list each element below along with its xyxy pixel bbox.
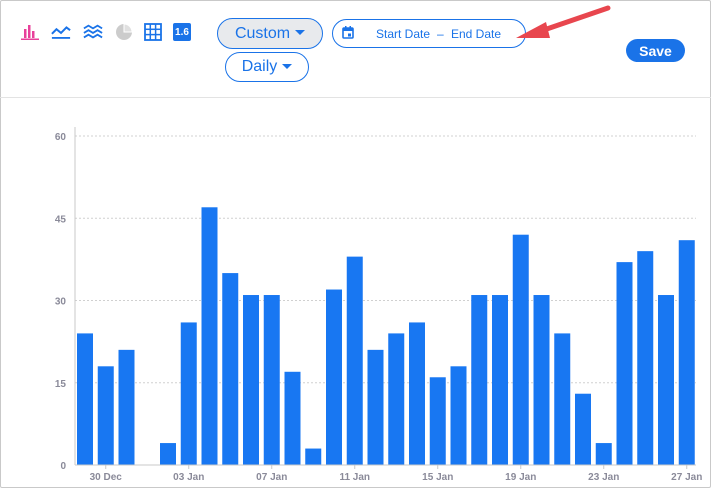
- chart-bar: [678, 240, 695, 465]
- x-tick-label: 15 Jan: [422, 472, 453, 483]
- chart-bar: [450, 366, 467, 465]
- chart-bar: [263, 295, 280, 465]
- chart-bar: [533, 295, 550, 465]
- stacked-area-icon[interactable]: [83, 22, 103, 42]
- chart-bar: [388, 333, 405, 465]
- bar-chart-icon[interactable]: [20, 22, 40, 42]
- chart-bar: [429, 377, 446, 465]
- chart-toolbar: 1.6 Custom Daily Start Date – End Date S…: [0, 0, 711, 98]
- interval-select-dropdown[interactable]: Daily: [225, 52, 309, 82]
- y-tick-label: 15: [55, 379, 67, 390]
- chart-bar: [637, 251, 654, 465]
- chart-bar: [367, 349, 384, 465]
- save-button[interactable]: Save: [626, 39, 685, 62]
- chart-bar: [118, 349, 135, 465]
- chart-bar: [222, 273, 239, 465]
- chart-bar: [595, 443, 612, 465]
- chart-bar: [575, 393, 591, 465]
- table-icon[interactable]: [143, 22, 163, 42]
- chart-bar: [201, 207, 218, 465]
- x-tick-label: 30 Dec: [90, 472, 123, 483]
- x-tick-label: 23 Jan: [588, 472, 619, 483]
- chart-bar: [284, 371, 301, 465]
- chart-bar: [97, 366, 114, 465]
- x-tick-label: 11 Jan: [339, 472, 370, 483]
- date-range-picker[interactable]: Start Date – End Date: [332, 19, 526, 48]
- y-tick-label: 60: [55, 132, 67, 143]
- chart-bar: [492, 295, 508, 465]
- y-tick-label: 45: [55, 214, 67, 225]
- range-select-label: Custom: [234, 24, 291, 42]
- chevron-down-icon: [295, 30, 306, 35]
- line-chart-icon[interactable]: [51, 22, 71, 42]
- bar-chart-svg: 0 15 30 45 60 30 Dec 03 Jan 07 Jan 11 Jan 15 Jan 1…: [55, 127, 702, 483]
- y-tick-label: 0: [60, 461, 66, 472]
- number-badge: 1.6: [173, 23, 191, 41]
- chart-bar: [409, 322, 425, 465]
- interval-select-label: Daily: [241, 58, 278, 75]
- number-view-button[interactable]: 1.6: [172, 22, 192, 42]
- chart-bar: [160, 443, 176, 465]
- chart-bar: [554, 333, 571, 465]
- end-date-input[interactable]: End Date: [451, 27, 501, 41]
- chart-bar: [658, 295, 674, 465]
- chart-bar: [243, 295, 259, 465]
- x-tick-label: 27 Jan: [671, 472, 702, 483]
- x-tick-label: 07 Jan: [256, 472, 287, 483]
- chart-bar: [180, 322, 197, 465]
- chart-bar: [305, 448, 322, 465]
- x-tick-label: 19 Jan: [505, 472, 536, 483]
- chart-bar: [326, 289, 342, 465]
- chevron-down-icon: [282, 63, 293, 69]
- bar-chart: 0 15 30 45 60 30 Dec 03 Jan 07 Jan 11 Jan 15 Jan 1…: [0, 99, 711, 488]
- y-tick-label: 30: [55, 297, 67, 308]
- start-date-input[interactable]: Start Date: [376, 27, 430, 41]
- x-tick-label: 03 Jan: [173, 472, 204, 483]
- date-separator: –: [437, 27, 444, 41]
- calendar-icon: [342, 26, 354, 44]
- chart-bar: [77, 333, 93, 465]
- range-select-dropdown[interactable]: Custom: [217, 18, 323, 49]
- pie-chart-icon[interactable]: [114, 22, 134, 42]
- chart-bar: [512, 234, 529, 465]
- chart-bar: [616, 262, 633, 465]
- annotation-arrow: [516, 5, 611, 38]
- chart-bar: [346, 256, 363, 465]
- chart-bar: [471, 295, 488, 465]
